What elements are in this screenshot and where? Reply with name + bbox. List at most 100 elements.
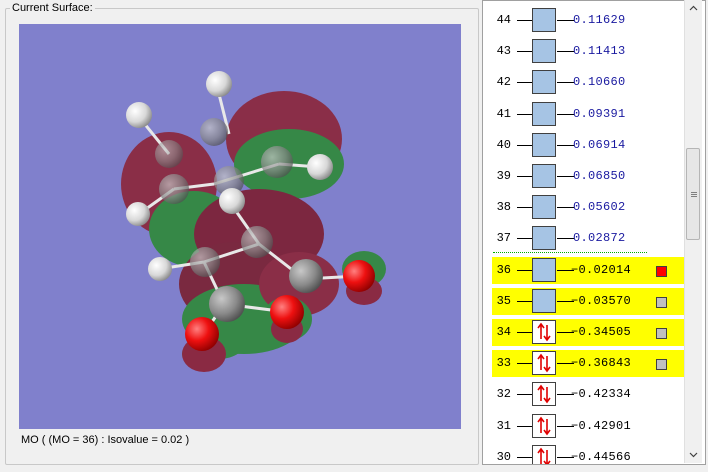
scroll-thumb[interactable]	[686, 148, 700, 240]
homo-lumo-divider	[493, 252, 647, 253]
mo-energy: 0.10660	[573, 75, 626, 90]
orbital-box[interactable]	[532, 382, 556, 407]
level-line	[517, 269, 532, 271]
orbital-box[interactable]	[532, 257, 556, 282]
chevron-down-icon	[689, 452, 698, 458]
mo-row[interactable]: 43 0.11413	[483, 38, 684, 65]
mo-energy: −0.42334	[571, 387, 632, 402]
orbital-box[interactable]	[532, 164, 556, 188]
electron-pair-icon	[537, 353, 551, 373]
chevron-up-icon	[689, 5, 698, 11]
mo-row[interactable]: 42 0.10660	[483, 69, 684, 96]
mo-number: 33	[496, 356, 511, 371]
mo-energy: 0.05602	[573, 200, 626, 215]
surface-marker[interactable]	[656, 359, 667, 371]
orbital-box[interactable]	[532, 132, 556, 157]
surface-caption: MO ( (MO = 36) : Isovalue = 0.02 )	[21, 434, 190, 446]
level-line	[557, 238, 574, 240]
mo-row[interactable]: 36 −0.02014	[492, 256, 684, 284]
mo-number: 37	[496, 231, 511, 246]
mo-energy: −0.42901	[571, 418, 632, 433]
level-line	[517, 113, 532, 115]
mo-row[interactable]: 35 −0.03570	[492, 287, 684, 315]
mo-number: 34	[496, 325, 511, 339]
mo-list-scrollbar[interactable]	[684, 0, 702, 463]
level-line	[517, 207, 532, 209]
mo-number: 44	[496, 13, 511, 27]
level-line	[517, 238, 532, 240]
level-line	[557, 144, 574, 146]
orbital-box[interactable]	[532, 288, 556, 313]
mo-energy: 0.06850	[573, 169, 626, 183]
level-line	[517, 176, 532, 177]
mo-row[interactable]: 30 −0.44566	[483, 444, 684, 464]
mo-number: 43	[496, 44, 511, 59]
mo-row[interactable]: 40 0.06914	[483, 132, 684, 159]
level-line	[557, 51, 574, 53]
mo-number: 40	[496, 137, 511, 152]
mo-energy: 0.11629	[573, 13, 626, 27]
mo-energy: −0.34505	[571, 325, 632, 339]
mo-energy: 0.11413	[573, 44, 626, 59]
level-line	[557, 82, 574, 84]
orbital-box[interactable]	[532, 444, 556, 464]
scroll-down-button[interactable]	[685, 446, 702, 463]
level-line	[557, 207, 574, 209]
mo-row[interactable]: 41 0.09391	[483, 101, 684, 128]
surface-marker[interactable]	[656, 328, 667, 339]
level-line	[517, 394, 532, 396]
surface-marker[interactable]	[656, 296, 667, 308]
mo-energy: 0.06914	[573, 137, 626, 152]
mo-row[interactable]: 33 −0.36843	[492, 350, 684, 378]
surface-panel: Current Surface: MO ((MO = 36): Isoval…	[0, 0, 481, 472]
mo-number: 41	[496, 106, 511, 121]
orbital-box[interactable]	[532, 226, 556, 251]
level-line	[557, 20, 574, 21]
mo-row[interactable]: 34 −0.34505	[492, 319, 684, 346]
level-line	[517, 51, 532, 53]
mo-number: 38	[496, 200, 511, 215]
mo-energy: 0.02872	[573, 231, 626, 246]
orbital-box[interactable]	[532, 8, 556, 32]
level-line	[517, 332, 532, 333]
level-line	[517, 144, 532, 146]
mo-energy: −0.36843	[571, 356, 632, 371]
orbital-box[interactable]	[532, 351, 556, 376]
level-line	[557, 113, 574, 115]
orbital-box[interactable]	[532, 413, 556, 438]
mo-number: 42	[496, 75, 511, 90]
mo-list-panel[interactable]: 44 0.11629 43 0.11413 42 0.10660 41 0.09391 40 0.…	[482, 0, 706, 465]
selected-surface-marker[interactable]	[656, 265, 667, 277]
electron-pair-icon	[537, 385, 551, 404]
electron-pair-icon	[537, 447, 551, 464]
group-title: Current Surface:	[10, 2, 95, 15]
mo-energy: 0.09391	[573, 106, 626, 121]
orbital-box[interactable]	[532, 39, 556, 64]
electron-pair-icon	[537, 416, 551, 435]
mo-row[interactable]: 37 0.02872	[483, 225, 684, 252]
orbital-box[interactable]	[532, 70, 556, 95]
mo-number: 36	[496, 262, 511, 277]
mo-number: 39	[496, 169, 511, 183]
orbital-box[interactable]	[532, 101, 556, 126]
level-line	[517, 20, 532, 21]
orbital-box[interactable]	[532, 195, 556, 220]
mo-number: 31	[496, 418, 511, 433]
orbital-box[interactable]	[532, 320, 556, 344]
mo-row[interactable]: 39 0.06850	[483, 163, 684, 190]
mo-energy: −0.44566	[571, 449, 632, 464]
scroll-up-button[interactable]	[685, 0, 702, 17]
level-line	[517, 82, 532, 84]
level-line	[517, 425, 532, 427]
mo-number: 35	[496, 293, 511, 308]
mo-row[interactable]: 31 −0.42901	[483, 413, 684, 440]
molecule-viewport[interactable]	[19, 24, 461, 429]
electron-pair-icon	[537, 322, 551, 342]
level-line	[517, 363, 532, 365]
mo-row[interactable]: 32 −0.42334	[483, 381, 684, 408]
molecule-render	[121, 71, 386, 372]
level-line	[517, 456, 532, 458]
mo-number: 32	[496, 387, 511, 402]
mo-row[interactable]: 38 0.05602	[483, 194, 684, 221]
mo-row[interactable]: 44 0.11629	[483, 7, 684, 34]
